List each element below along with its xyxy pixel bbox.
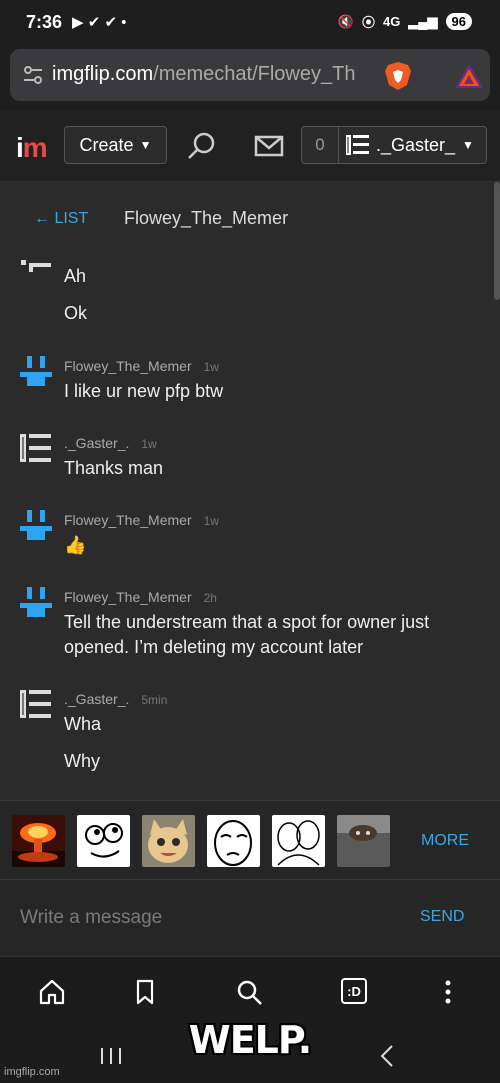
battery-badge: 96 bbox=[445, 13, 472, 30]
message-author[interactable]: ._Gaster_. bbox=[64, 435, 129, 451]
url-path: /memechat/Flowey_Th bbox=[153, 63, 356, 85]
meme-thumb-okay-face[interactable] bbox=[207, 815, 260, 867]
more-memes-link[interactable]: MORE bbox=[421, 832, 469, 850]
thumbs-up-emoji: 👍 bbox=[64, 535, 87, 555]
site-settings-icon[interactable] bbox=[22, 64, 44, 86]
user-avatar-icon bbox=[21, 260, 51, 272]
location-icon: ⦿ bbox=[361, 15, 375, 30]
username: ._Gaster_ bbox=[376, 134, 456, 155]
user-avatar-icon bbox=[346, 135, 369, 155]
message-text: Thanks man bbox=[64, 458, 164, 478]
flowey-avatar-icon bbox=[20, 510, 52, 540]
browser-toolbar: imgflip.com/memechat/Flowey_Th bbox=[0, 44, 500, 110]
address-bar[interactable]: imgflip.com/memechat/Flowey_Th bbox=[10, 49, 490, 101]
imgflip-watermark: imgflip.com bbox=[4, 1066, 60, 1078]
meme-caption: WELP. bbox=[188, 1018, 312, 1062]
search-icon[interactable] bbox=[235, 978, 263, 1006]
send-button[interactable]: SEND bbox=[420, 908, 464, 926]
mute-icon: 🔇 bbox=[337, 13, 354, 29]
network-label: 4G bbox=[382, 14, 401, 29]
notification-count[interactable]: 0 bbox=[301, 126, 339, 164]
status-notification-icons: ▶ ✔ ✔ • bbox=[72, 14, 127, 31]
gaster-avatar-icon bbox=[20, 690, 51, 718]
url-domain: imgflip.com bbox=[52, 63, 154, 85]
meme-picker: MORE bbox=[0, 800, 500, 880]
message-author[interactable]: ._Gaster_. bbox=[64, 691, 129, 707]
message-time: 1w bbox=[141, 437, 157, 451]
message-text: Why bbox=[64, 751, 100, 771]
chat-header: ← LIST Flowey_The_Memer bbox=[0, 208, 500, 232]
imgflip-logo[interactable]: im bbox=[16, 132, 48, 164]
message-author[interactable]: Flowey_The_Memer bbox=[64, 358, 192, 374]
message-meta: Flowey_The_Memer 1w bbox=[64, 358, 219, 374]
flowey-avatar-icon bbox=[20, 587, 52, 617]
message-input[interactable] bbox=[20, 902, 400, 934]
url-text[interactable]: imgflip.com/memechat/Flowey_Th bbox=[52, 63, 382, 86]
message-author[interactable]: Flowey_The_Memer bbox=[64, 589, 192, 605]
tabs-icon[interactable]: :D bbox=[341, 978, 367, 1004]
bookmark-icon[interactable] bbox=[131, 978, 159, 1006]
message-time: 2h bbox=[203, 591, 217, 605]
home-icon[interactable] bbox=[38, 978, 66, 1006]
message-time: 1w bbox=[203, 514, 219, 528]
more-vertical-icon[interactable] bbox=[434, 978, 462, 1006]
meme-thumb-wojak-hug[interactable] bbox=[272, 815, 325, 867]
message-time: 1w bbox=[203, 360, 219, 374]
message-text: Ok bbox=[64, 303, 88, 323]
brave-rewards-icon[interactable] bbox=[454, 63, 484, 89]
message-meta: Flowey_The_Memer 1w bbox=[64, 512, 219, 528]
mail-icon[interactable] bbox=[254, 132, 284, 160]
status-bar: 7:36 ▶ ✔ ✔ • 🔇 ⦿ 4G ▂▄▆ 96 bbox=[0, 0, 500, 44]
create-label: Create bbox=[79, 134, 134, 155]
meme-thumb-derp[interactable] bbox=[77, 815, 130, 867]
message-text: Tell the understream that a spot for own… bbox=[64, 612, 430, 657]
site-header: im Create ▼ 0 ._Gaster_ ▼ bbox=[0, 110, 500, 182]
meme-thumb-explosion[interactable] bbox=[12, 815, 65, 867]
back-to-list-link[interactable]: ← LIST bbox=[34, 210, 88, 228]
message-text: Wha bbox=[64, 714, 102, 734]
message-meta: ._Gaster_. 5min bbox=[64, 691, 167, 707]
search-icon[interactable] bbox=[186, 130, 218, 162]
create-button[interactable]: Create ▼ bbox=[64, 126, 167, 164]
message-author[interactable]: Flowey_The_Memer bbox=[64, 512, 192, 528]
meme-thumb-cat[interactable] bbox=[142, 815, 195, 867]
brave-shields-icon[interactable] bbox=[384, 61, 412, 91]
scrollbar[interactable] bbox=[494, 182, 500, 300]
status-right: 🔇 ⦿ 4G ▂▄▆ 96 bbox=[338, 12, 472, 31]
message-time: 5min bbox=[141, 693, 168, 707]
gaster-avatar-icon bbox=[20, 434, 51, 462]
user-menu[interactable]: ._Gaster_ ▼ bbox=[339, 126, 487, 164]
meme-thumb-ceiling-cat[interactable] bbox=[337, 815, 390, 867]
signal-icon: ▂▄▆ bbox=[408, 13, 438, 29]
message-text: Ah bbox=[64, 266, 87, 286]
browser-bottom-nav: :D bbox=[0, 956, 500, 1026]
message-text: I like ur new pfp btw bbox=[64, 381, 224, 401]
message-meta: Flowey_The_Memer 2h bbox=[64, 589, 217, 605]
caret-down-icon: ▼ bbox=[139, 138, 152, 152]
chat-panel: ← LIST Flowey_The_Memer Ah Ok Flowey_The… bbox=[0, 182, 500, 800]
message-composer: SEND bbox=[0, 880, 500, 956]
message-meta: ._Gaster_. 1w bbox=[64, 435, 157, 451]
status-time: 7:36 bbox=[26, 12, 63, 32]
flowey-avatar-icon bbox=[20, 356, 52, 386]
caret-down-icon: ▼ bbox=[462, 138, 474, 152]
chat-partner-name: Flowey_The_Memer bbox=[124, 208, 289, 228]
